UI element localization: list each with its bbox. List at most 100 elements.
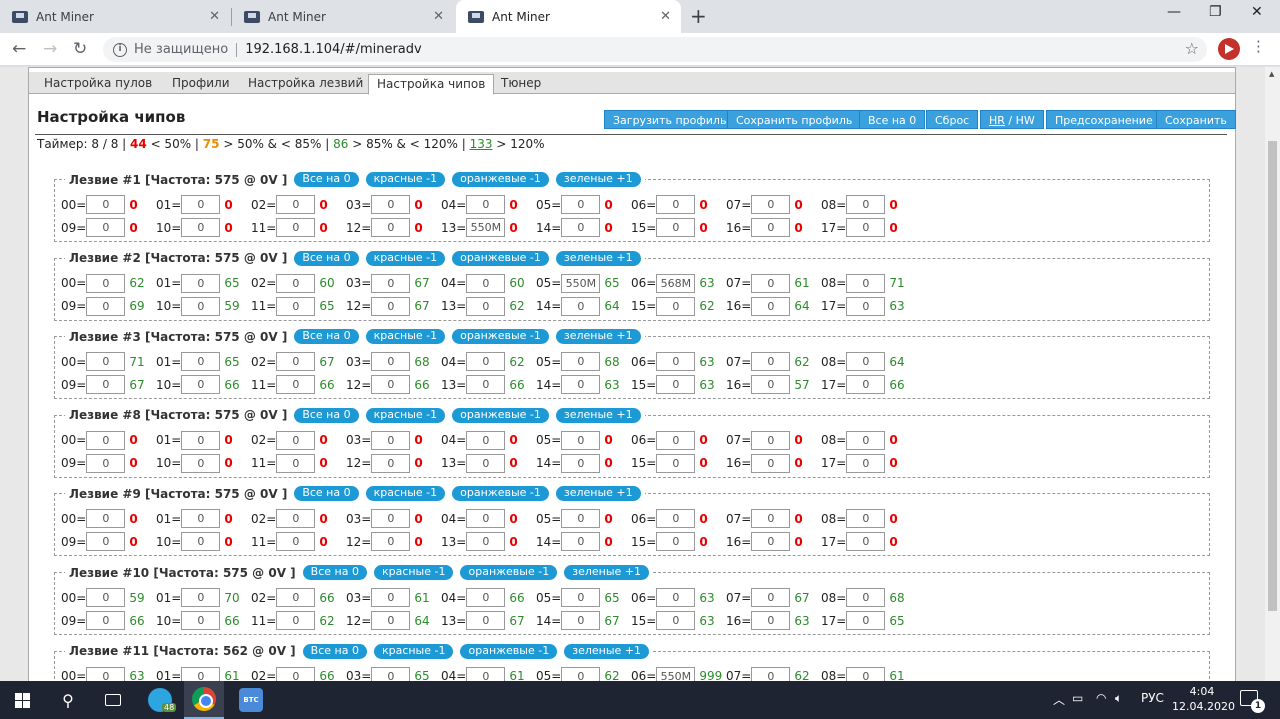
blade-red-minus-button[interactable]: красные -1	[373, 643, 454, 659]
chip-frequency-input[interactable]	[656, 430, 696, 450]
blade-red-minus-button[interactable]: красные -1	[365, 329, 446, 345]
chip-frequency-input[interactable]	[561, 453, 601, 473]
browser-tab-3-active[interactable]: Ant Miner ✕	[456, 0, 681, 33]
back-icon[interactable]: ←	[12, 39, 26, 59]
chip-frequency-input[interactable]	[86, 273, 126, 293]
blade-all-zero-button[interactable]: Все на 0	[294, 250, 359, 266]
chip-frequency-input[interactable]	[751, 296, 791, 316]
tab-tuner[interactable]: Тюнер	[493, 72, 549, 94]
close-window-icon[interactable]: ✕	[1251, 4, 1263, 20]
blade-orange-minus-button[interactable]: оранжевые -1	[452, 250, 549, 266]
chip-frequency-input[interactable]	[751, 666, 791, 681]
all-zero-button[interactable]: Все на 0	[859, 110, 926, 129]
chip-frequency-input[interactable]	[846, 352, 886, 372]
close-tab-icon[interactable]: ✕	[209, 9, 220, 24]
youtube-extension-icon[interactable]	[1218, 38, 1240, 60]
chip-frequency-input[interactable]	[751, 375, 791, 395]
blade-all-zero-button[interactable]: Все на 0	[294, 329, 359, 345]
chip-frequency-input[interactable]	[846, 296, 886, 316]
chip-frequency-input[interactable]	[561, 666, 601, 681]
chip-frequency-input[interactable]	[276, 375, 316, 395]
blade-orange-minus-button[interactable]: оранжевые -1	[452, 407, 549, 423]
hr-hw-toggle-button[interactable]: HR / HW	[980, 110, 1044, 129]
chip-frequency-input[interactable]	[846, 453, 886, 473]
maximize-icon[interactable]: ❐	[1209, 4, 1222, 20]
task-view-button[interactable]	[92, 681, 134, 719]
chip-frequency-input[interactable]	[466, 453, 506, 473]
chip-frequency-input[interactable]	[656, 611, 696, 630]
blade-all-zero-button[interactable]: Все на 0	[302, 565, 367, 580]
chip-frequency-input[interactable]	[656, 375, 696, 395]
reload-icon[interactable]: ↻	[73, 39, 87, 59]
save-profile-button[interactable]: Сохранить профиль	[727, 110, 862, 129]
chip-frequency-input[interactable]	[466, 532, 506, 552]
telegram-app[interactable]: 48	[140, 681, 180, 719]
chip-frequency-input[interactable]	[181, 611, 221, 630]
chip-frequency-input[interactable]	[656, 218, 696, 237]
tab-profiles[interactable]: Профили	[164, 72, 238, 94]
chip-frequency-input[interactable]	[466, 375, 506, 395]
chip-frequency-input[interactable]	[656, 666, 696, 681]
blade-green-plus-button[interactable]: зеленые +1	[555, 407, 641, 423]
chip-frequency-input[interactable]	[276, 509, 316, 529]
browser-menu-icon[interactable]: · · ·	[1256, 35, 1261, 60]
browser-tab-2[interactable]: Ant Miner ✕	[232, 0, 454, 33]
chip-frequency-input[interactable]	[656, 273, 696, 293]
language-indicator[interactable]: РУС	[1141, 691, 1164, 705]
chip-frequency-input[interactable]	[561, 532, 601, 552]
chip-frequency-input[interactable]	[371, 195, 411, 214]
blade-green-plus-button[interactable]: зеленые +1	[564, 565, 649, 580]
chip-frequency-input[interactable]	[751, 532, 791, 552]
chip-frequency-input[interactable]	[181, 588, 221, 607]
chip-frequency-input[interactable]	[846, 375, 886, 395]
chip-frequency-input[interactable]	[181, 296, 221, 316]
btc-app[interactable]: BTC	[231, 681, 271, 719]
chip-frequency-input[interactable]	[181, 352, 221, 372]
chip-frequency-input[interactable]	[561, 352, 601, 372]
chip-frequency-input[interactable]	[276, 666, 316, 681]
chip-frequency-input[interactable]	[561, 273, 601, 293]
chip-frequency-input[interactable]	[371, 352, 411, 372]
tab-pools[interactable]: Настройка пулов	[36, 72, 160, 94]
chip-frequency-input[interactable]	[846, 218, 886, 237]
chip-frequency-input[interactable]	[86, 296, 126, 316]
chip-frequency-input[interactable]	[466, 195, 506, 214]
chip-frequency-input[interactable]	[561, 218, 601, 237]
chip-frequency-input[interactable]	[371, 296, 411, 316]
blade-green-plus-button[interactable]: зеленые +1	[555, 172, 641, 187]
chip-frequency-input[interactable]	[181, 666, 221, 681]
chip-frequency-input[interactable]	[86, 352, 126, 372]
chip-frequency-input[interactable]	[466, 509, 506, 529]
chip-frequency-input[interactable]	[181, 509, 221, 529]
chip-frequency-input[interactable]	[846, 588, 886, 607]
forward-icon[interactable]: →	[43, 39, 57, 59]
wifi-icon[interactable]: ◠	[1096, 691, 1106, 705]
security-status[interactable]: Не защищено	[134, 42, 228, 57]
chip-frequency-input[interactable]	[846, 611, 886, 630]
page-scrollbar[interactable]: ▲	[1265, 67, 1280, 681]
reset-button[interactable]: Сброс	[926, 110, 979, 129]
address-bar[interactable]: i Не защищено 192.168.1.104/#/mineradv ☆	[103, 37, 1207, 62]
chip-frequency-input[interactable]	[86, 532, 126, 552]
chip-frequency-input[interactable]	[466, 611, 506, 630]
tab-chips[interactable]: Настройка чипов	[368, 74, 495, 95]
presave-button[interactable]: Предсохранение	[1046, 110, 1162, 129]
chip-frequency-input[interactable]	[846, 195, 886, 214]
chip-frequency-input[interactable]	[466, 218, 506, 237]
chip-frequency-input[interactable]	[276, 588, 316, 607]
chip-frequency-input[interactable]	[656, 195, 696, 214]
bookmark-star-icon[interactable]: ☆	[1185, 39, 1199, 58]
chip-frequency-input[interactable]	[751, 430, 791, 450]
battery-icon[interactable]: ▭	[1072, 691, 1083, 705]
chip-frequency-input[interactable]	[751, 453, 791, 473]
chip-frequency-input[interactable]	[276, 453, 316, 473]
minimize-icon[interactable]: —	[1167, 4, 1181, 20]
chip-frequency-input[interactable]	[751, 611, 791, 630]
chip-frequency-input[interactable]	[466, 666, 506, 681]
chip-frequency-input[interactable]	[656, 588, 696, 607]
new-tab-button[interactable]: +	[690, 4, 707, 28]
chip-frequency-input[interactable]	[276, 195, 316, 214]
chip-frequency-input[interactable]	[846, 430, 886, 450]
url-text[interactable]: 192.168.1.104/#/mineradv	[245, 42, 422, 57]
chip-frequency-input[interactable]	[181, 218, 221, 237]
